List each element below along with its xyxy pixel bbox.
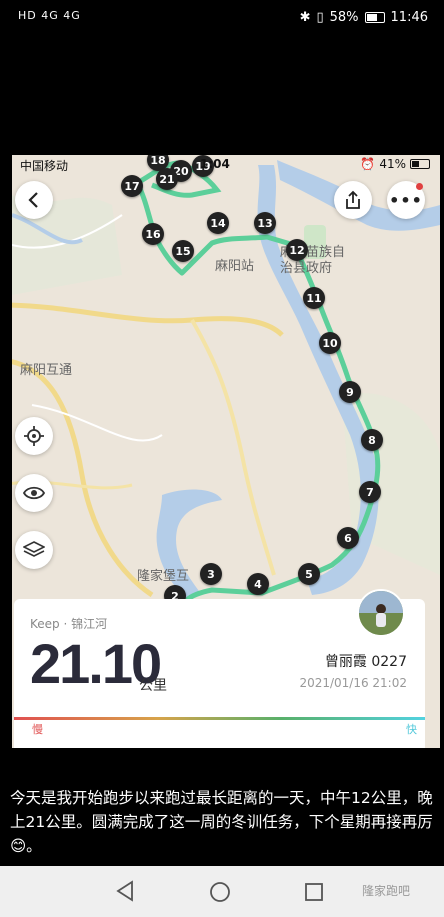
watermark: 隆家跑吧 bbox=[362, 884, 411, 898]
status-right: ✱ ▯ 58% 11:46 bbox=[300, 10, 428, 25]
back-button[interactable] bbox=[15, 181, 53, 219]
km-marker-7[interactable]: 7 bbox=[359, 481, 381, 503]
notification-dot bbox=[416, 183, 423, 190]
share-icon bbox=[346, 190, 360, 209]
km-marker-5[interactable]: 5 bbox=[298, 563, 320, 585]
more-button[interactable]: ••• bbox=[387, 181, 425, 219]
layers-icon bbox=[23, 541, 45, 557]
fast-label: 快 bbox=[406, 723, 417, 736]
user-name: 曾丽霞 0227 bbox=[324, 654, 407, 670]
battery-percent: 58% bbox=[329, 10, 359, 25]
post-caption: 今天是我开始跑步以来跑过最长距离的一天，中午12公里，晚上21公里。圆满完成了这… bbox=[10, 789, 433, 855]
alarm-icon: ⏰ bbox=[360, 157, 376, 171]
pace-gradient-bar bbox=[14, 717, 425, 720]
avatar[interactable] bbox=[357, 589, 405, 637]
inner-battery-percent: 41% bbox=[379, 157, 406, 171]
km-marker-8[interactable]: 8 bbox=[361, 429, 383, 451]
km-marker-4[interactable]: 4 bbox=[247, 573, 269, 595]
more-dots-icon: ••• bbox=[389, 190, 423, 210]
run-summary-card[interactable]: Keep · 锦江河 21.10 公里 曾丽霞 0227 2021/01/16 … bbox=[14, 589, 425, 748]
map-label-mayang-station: 麻阳站 bbox=[215, 259, 255, 274]
back-nav-icon[interactable] bbox=[115, 880, 135, 902]
bluetooth-icon: ✱ bbox=[299, 10, 311, 25]
km-marker-6[interactable]: 6 bbox=[337, 527, 359, 549]
km-marker-14[interactable]: 14 bbox=[207, 212, 229, 234]
network-indicator: HD 4G 4G bbox=[18, 9, 81, 22]
map-label-mayang-interchange: 麻阳互通 bbox=[20, 363, 73, 378]
battery-icon bbox=[364, 12, 385, 23]
layers-button[interactable] bbox=[15, 531, 53, 569]
km-marker-16[interactable]: 16 bbox=[142, 223, 164, 245]
inner-status-right: ⏰ 41% bbox=[360, 157, 430, 171]
chevron-left-icon bbox=[28, 192, 38, 208]
visibility-button[interactable] bbox=[15, 474, 53, 512]
eye-icon bbox=[23, 486, 45, 500]
navigation-bar: 隆家跑吧 bbox=[0, 866, 444, 917]
inner-status-bar: 中国移动 1:04 ⏰ 41% bbox=[12, 155, 440, 175]
inner-clock: 1:04 bbox=[200, 157, 230, 171]
recents-nav-icon[interactable] bbox=[304, 882, 324, 902]
km-marker-3[interactable]: 3 bbox=[200, 563, 222, 585]
crosshair-icon bbox=[24, 426, 44, 446]
inner-battery-icon bbox=[410, 159, 430, 169]
km-marker-13[interactable]: 13 bbox=[254, 212, 276, 234]
map-label-longjiabao: 隆家堡互 bbox=[137, 569, 190, 584]
map-label-county-gov-2: 治县政府 bbox=[280, 261, 333, 276]
distance-unit: 公里 bbox=[139, 678, 167, 694]
avatar-photo bbox=[359, 591, 403, 635]
slow-label: 慢 bbox=[32, 723, 43, 736]
home-nav-icon[interactable] bbox=[209, 881, 231, 903]
km-marker-17[interactable]: 17 bbox=[121, 175, 143, 197]
shared-screenshot[interactable]: 麻阳站 麻阳互通 隆家堡互 麻阳苗族自 治县政府 2 3 4 5 6 7 8 9… bbox=[12, 155, 440, 748]
clock: 11:46 bbox=[390, 10, 428, 25]
locate-button[interactable] bbox=[15, 417, 53, 455]
carrier-label: 中国移动 bbox=[20, 159, 69, 173]
share-button[interactable] bbox=[334, 181, 372, 219]
run-datetime: 2021/01/16 21:02 bbox=[299, 676, 407, 690]
km-marker-12[interactable]: 12 bbox=[286, 239, 308, 261]
km-marker-10[interactable]: 10 bbox=[319, 332, 341, 354]
km-marker-15[interactable]: 15 bbox=[172, 240, 194, 262]
status-bar: HD 4G 4G ✱ ▯ 58% 11:46 bbox=[0, 0, 444, 40]
km-marker-11[interactable]: 11 bbox=[303, 287, 325, 309]
km-marker-9[interactable]: 9 bbox=[339, 381, 361, 403]
vibrate-icon: ▯ bbox=[316, 10, 324, 25]
card-app-label: Keep · 锦江河 bbox=[30, 617, 108, 631]
